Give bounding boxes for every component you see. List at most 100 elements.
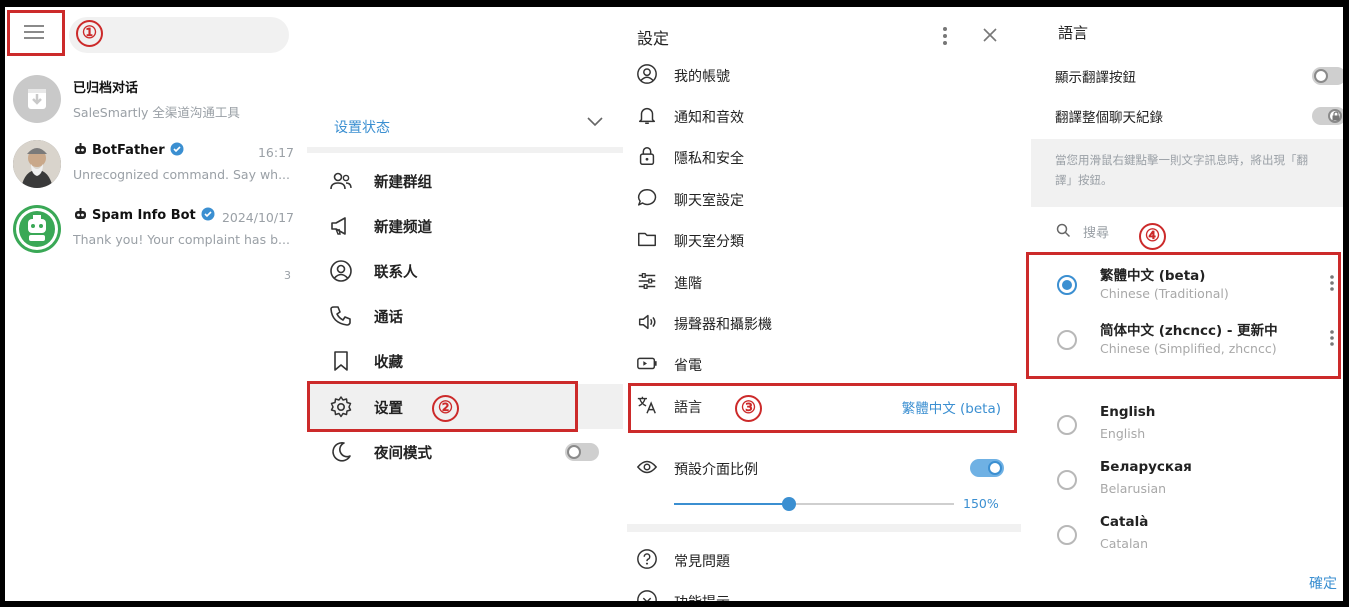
settings-item-label: 語言 (674, 400, 702, 416)
menu-item-label: 通话 (374, 310, 403, 326)
settings-item-default-scale[interactable]: 預設介面比例 (627, 448, 1021, 488)
menu-item-contacts[interactable]: 联系人 (307, 248, 623, 293)
contact-icon (330, 260, 352, 282)
settings-item-label: 揚聲器和攝影機 (674, 317, 772, 333)
chat-name: Spam Info Bot (73, 207, 215, 223)
menu-item-new-group[interactable]: 新建群组 (307, 158, 623, 203)
language-option[interactable]: 繁體中文 (beta) Chinese (Traditional) (1031, 258, 1343, 312)
language-current-value: 繁體中文 (beta) (901, 401, 1001, 417)
avatar (13, 205, 61, 253)
show-translate-toggle[interactable] (1312, 67, 1343, 85)
translate-hint-text: 當您用滑鼠右鍵點擊一則文字訊息時，將出現「翻譯」按鈕。 (1055, 153, 1308, 187)
default-scale-toggle[interactable] (970, 459, 1004, 477)
menu-item-calls[interactable]: 通话 (307, 293, 623, 338)
megaphone-icon (331, 217, 346, 235)
chevron-down-icon (587, 117, 603, 127)
settings-panel: 設定 我的帳號 通知和音效 隱私和安全 聊天室設定 聊天室分類 進階 揚聲器和攝… (627, 7, 1021, 601)
language-option[interactable]: English English (1031, 398, 1343, 452)
hamburger-icon (24, 25, 44, 39)
botfather-avatar-icon (13, 140, 61, 188)
language-native: Catalan (1100, 536, 1149, 551)
settings-item-language[interactable]: 語言 繁體中文 (beta) (627, 386, 1021, 426)
menu-item-saved[interactable]: 收藏 (307, 338, 623, 383)
close-icon[interactable] (982, 27, 998, 43)
menu-item-label: 新建频道 (374, 220, 432, 236)
menu-button[interactable] (9, 11, 61, 53)
language-option[interactable]: Беларуская Belarusian (1031, 453, 1343, 507)
translate-hint-box: 當您用滑鼠右鍵點擊一則文字訊息時，將出現「翻譯」按鈕。 (1031, 139, 1343, 207)
search-icon (1056, 223, 1071, 238)
settings-item-privacy[interactable]: 隱私和安全 (627, 137, 1021, 177)
menu-item-label: 新建群组 (374, 175, 432, 191)
verified-badge-icon (201, 207, 215, 221)
lock-icon (1332, 111, 1340, 121)
toggle-label: 翻譯整個聊天紀錄 (1055, 110, 1163, 126)
menu-item-night-mode[interactable]: 夜间模式 (307, 429, 623, 474)
radio-unselected[interactable] (1057, 415, 1077, 435)
lock-icon (639, 147, 655, 165)
speaker-icon (638, 314, 656, 330)
confirm-button[interactable]: 確定 (1309, 573, 1337, 593)
scale-value: 150% (963, 496, 999, 511)
settings-item-my-account[interactable]: 我的帳號 (627, 55, 1021, 95)
phone-icon (330, 306, 351, 326)
settings-item-notifications[interactable]: 通知和音效 (627, 96, 1021, 136)
translate-chats-toggle[interactable] (1312, 107, 1343, 125)
language-option[interactable]: Català Catalan (1031, 508, 1343, 562)
set-status-row[interactable]: 设置状态 (307, 105, 623, 147)
settings-item-chat-folders[interactable]: 聊天室分類 (627, 220, 1021, 260)
language-name: English (1100, 404, 1156, 420)
chat-preview: Unrecognized command. Say wh... (73, 167, 291, 182)
language-native: Chinese (Traditional) (1100, 286, 1229, 301)
features-icon (637, 590, 657, 601)
more-vertical-icon[interactable] (1329, 329, 1335, 347)
more-vertical-icon[interactable] (941, 26, 949, 46)
settings-item-label: 常見問題 (674, 554, 730, 570)
question-icon (637, 549, 657, 569)
language-search-input[interactable]: 搜尋 (1031, 213, 1343, 247)
radio-unselected[interactable] (1057, 330, 1077, 350)
gear-icon (330, 396, 352, 418)
language-name: 简体中文 (zhcncc) - 更新中 (1100, 323, 1278, 339)
group-icon (330, 172, 352, 190)
chat-item-archived[interactable]: 已归档对话 SaleSmartly 全渠道沟通工具 (5, 69, 300, 131)
chat-list-panel: 已归档对话 SaleSmartly 全渠道沟通工具 BotFather 16:1… (5, 7, 300, 601)
settings-item-faq[interactable]: 常見問題 (627, 540, 1021, 580)
menu-item-settings[interactable]: 设置 (307, 384, 623, 429)
toggle-label: 顯示翻譯按鈕 (1055, 70, 1136, 86)
menu-item-new-channel[interactable]: 新建频道 (307, 203, 623, 248)
step-marker-1: ① (76, 20, 103, 47)
settings-item-label: 進階 (674, 276, 702, 292)
screenshot-canvas: 已归档对话 SaleSmartly 全渠道沟通工具 BotFather 16:1… (5, 7, 1343, 601)
account-icon (637, 64, 657, 84)
settings-item-label: 省電 (674, 358, 702, 374)
settings-item-chat-settings[interactable]: 聊天室設定 (627, 179, 1021, 219)
chat-item-spam-info-bot[interactable]: Spam Info Bot 2024/10/17 Thank you! Your… (5, 199, 300, 261)
night-mode-toggle[interactable] (565, 443, 599, 461)
archive-icon (28, 89, 46, 109)
more-vertical-icon[interactable] (1329, 274, 1335, 292)
moon-icon (332, 442, 351, 462)
settings-item-advanced[interactable]: 進階 (627, 262, 1021, 302)
show-translate-button-row[interactable]: 顯示翻譯按鈕 (1031, 56, 1343, 96)
chat-item-botfather[interactable]: BotFather 16:17 Unrecognized command. Sa… (5, 134, 300, 196)
language-name: Català (1100, 514, 1149, 530)
scale-slider[interactable] (674, 497, 954, 511)
settings-item-power-saving[interactable]: 省電 (627, 344, 1021, 384)
divider (627, 524, 1021, 532)
language-option[interactable]: 简体中文 (zhcncc) - 更新中 Chinese (Simplified,… (1031, 313, 1343, 367)
scale-slider-thumb[interactable] (781, 497, 796, 511)
bookmark-icon (334, 351, 348, 371)
step-marker-3: ③ (735, 395, 762, 422)
chat-name: BotFather (73, 142, 184, 158)
divider (307, 147, 623, 153)
settings-item-features[interactable]: 功能提示 (627, 581, 1021, 601)
settings-item-speakers-camera[interactable]: 揚聲器和攝影機 (627, 303, 1021, 343)
sliders-icon (638, 273, 656, 289)
translate-icon (637, 396, 656, 414)
translate-chats-row[interactable]: 翻譯整個聊天紀錄 (1031, 96, 1343, 136)
radio-selected[interactable] (1057, 275, 1077, 295)
radio-unselected[interactable] (1057, 525, 1077, 545)
radio-unselected[interactable] (1057, 470, 1077, 490)
settings-item-label: 隱私和安全 (674, 151, 744, 167)
